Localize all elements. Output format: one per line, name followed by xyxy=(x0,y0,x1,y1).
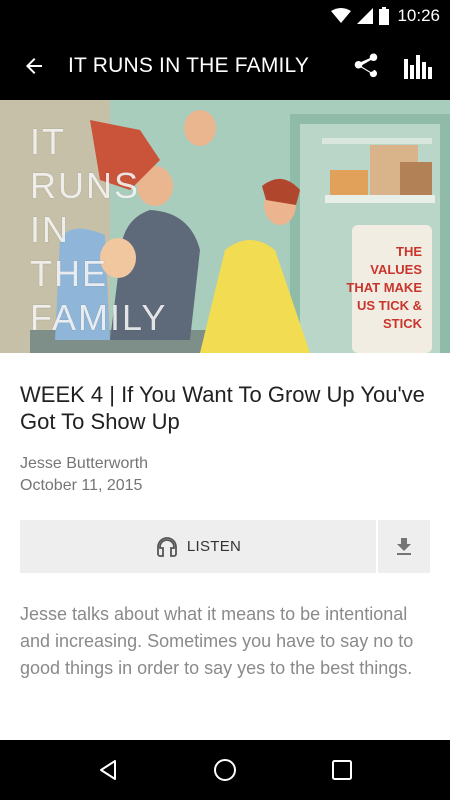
status-time: 10:26 xyxy=(397,6,440,25)
episode-title: WEEK 4 | If You Want To Grow Up You've G… xyxy=(20,382,425,434)
back-button[interactable] xyxy=(0,32,68,100)
app-bar: IT RUNS IN THE FAMILY xyxy=(0,32,450,100)
headphones-icon xyxy=(156,536,177,557)
page-title: IT RUNS IN THE FAMILY xyxy=(68,54,310,77)
episode-details: WEEK 4 | If You Want To Grow Up You've G… xyxy=(0,353,450,682)
series-artwork: IT RUNS IN THE FAMILY THE VALUES THAT MA… xyxy=(0,100,450,353)
listen-label: LISTEN xyxy=(186,538,242,555)
square-recents-icon xyxy=(331,760,352,780)
artwork-series-title: IT RUNS IN THE FAMILY xyxy=(30,121,168,338)
battery-icon xyxy=(379,7,390,25)
status-icons xyxy=(331,7,390,25)
bar-chart-icon xyxy=(404,55,432,79)
share-button[interactable] xyxy=(340,32,392,100)
triangle-back-icon xyxy=(100,760,117,780)
system-nav-bar xyxy=(0,740,450,800)
nav-home-button[interactable] xyxy=(195,740,255,800)
episode-speaker: Jesse Butterworth xyxy=(20,455,149,472)
signal-icon xyxy=(357,8,374,24)
wifi-icon xyxy=(331,8,352,23)
download-icon xyxy=(397,537,411,555)
nav-back-button[interactable] xyxy=(78,740,138,800)
status-bar: 10:26 xyxy=(0,0,450,32)
artwork-tagline: THE VALUES THAT MAKE US TICK & STICK xyxy=(346,244,422,331)
nav-recents-button[interactable] xyxy=(312,740,372,800)
episode-actions: LISTEN xyxy=(20,520,430,573)
download-button[interactable] xyxy=(378,520,430,573)
stats-button[interactable] xyxy=(392,32,444,100)
arrow-back-icon xyxy=(26,58,42,74)
episode-description: Jesse talks about what it means to be in… xyxy=(20,604,414,678)
circle-home-icon xyxy=(213,759,236,781)
episode-date: October 11, 2015 xyxy=(20,477,143,494)
listen-button[interactable]: LISTEN xyxy=(20,520,376,573)
share-icon xyxy=(354,53,378,78)
